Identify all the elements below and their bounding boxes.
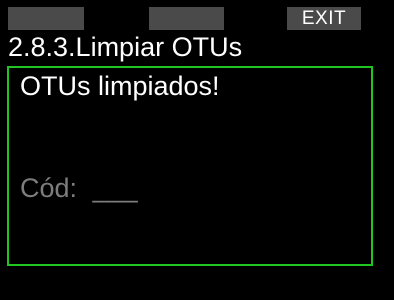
page-title: 2.8.3.Limpiar OTUs bbox=[8, 32, 243, 62]
exit-softkey[interactable]: EXIT bbox=[287, 7, 361, 30]
exit-softkey-label: EXIT bbox=[301, 8, 347, 29]
dive-computer-screen: EXIT 2.8.3.Limpiar OTUs OTUs limpiados! … bbox=[0, 0, 394, 300]
code-entry-row[interactable]: Cód: ___ bbox=[20, 172, 138, 204]
otu-status-panel: OTUs limpiados! Cód: ___ bbox=[7, 66, 373, 266]
status-message: OTUs limpiados! bbox=[20, 71, 220, 101]
code-label: Cód: bbox=[20, 173, 78, 203]
middle-softkey[interactable] bbox=[149, 7, 224, 30]
left-softkey[interactable] bbox=[8, 7, 84, 30]
code-input[interactable]: ___ bbox=[93, 173, 138, 203]
